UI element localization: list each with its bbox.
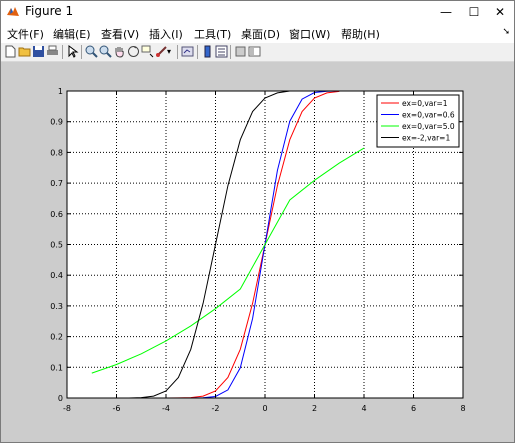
y-tick-label: 0.3	[50, 302, 63, 311]
x-tick-label: -4	[162, 404, 170, 413]
menu-desktop[interactable]: 桌面(D)	[241, 26, 280, 42]
toolbar-separator	[177, 45, 178, 59]
new-figure-icon[interactable]	[4, 45, 17, 58]
open-file-icon[interactable]	[18, 45, 31, 58]
select-arrow-icon[interactable]	[66, 45, 79, 58]
figure-toolbar: ▾	[1, 43, 514, 62]
y-tick-label: 0.5	[50, 241, 63, 250]
x-tick-label: 4	[361, 404, 366, 413]
menu-bar: 文件(F) 编辑(E) 查看(V) 插入(I) 工具(T) 桌面(D) 窗口(W…	[1, 23, 514, 43]
y-tick-label: 0.1	[50, 363, 63, 372]
y-tick-label: 0.6	[50, 210, 63, 219]
x-tick-label: -8	[63, 404, 71, 413]
x-tick-label: 0	[262, 404, 267, 413]
matlab-icon	[6, 5, 20, 19]
save-icon[interactable]	[32, 45, 45, 58]
y-tick-label: 0.9	[50, 118, 63, 127]
y-tick-label: 1	[58, 87, 63, 96]
legend-icon[interactable]	[215, 45, 228, 58]
pan-hand-icon[interactable]	[113, 45, 126, 58]
x-tick-label: 6	[411, 404, 416, 413]
y-tick-label: 0.7	[50, 179, 63, 188]
menu-view[interactable]: 查看(V)	[101, 26, 139, 42]
menu-overflow-arrow-icon[interactable]: ➘	[502, 27, 510, 37]
x-tick-label: -6	[113, 404, 121, 413]
toolbar-separator	[230, 45, 231, 59]
menu-file[interactable]: 文件(F)	[7, 26, 44, 42]
show-plot-tools-icon[interactable]	[248, 45, 261, 58]
figure-canvas[interactable]: -8 -6 -4 -2 0 2 4 6 8 0 0.1 0.2 0.3 0.4 0.5 0.6 0.7 0.8 0.…	[1, 62, 514, 442]
y-tick-label: 0	[58, 394, 63, 403]
legend-label-1: ex=0,var=0.6	[402, 111, 455, 120]
menu-insert[interactable]: 插入(I)	[149, 26, 183, 42]
hide-plot-tools-icon[interactable]	[234, 45, 247, 58]
x-tick-label: 2	[312, 404, 317, 413]
y-tick-label: 0.2	[50, 333, 63, 342]
menu-edit[interactable]: 编辑(E)	[53, 26, 91, 42]
link-plot-icon[interactable]	[181, 45, 194, 58]
x-tick-label: 8	[460, 404, 465, 413]
zoom-out-icon[interactable]	[99, 45, 112, 58]
toolbar-separator	[197, 45, 198, 59]
menu-window[interactable]: 窗口(W)	[289, 26, 330, 42]
legend-label-3: ex=-2,var=1	[402, 134, 450, 143]
x-tick-label: -2	[212, 404, 220, 413]
figure-window: Figure 1 — ☐ ✕ 文件(F) 编辑(E) 查看(V) 插入(I) 工…	[0, 0, 515, 443]
print-icon[interactable]	[46, 45, 59, 58]
toolbar-separator	[81, 45, 82, 59]
menu-tools[interactable]: 工具(T)	[194, 26, 231, 42]
legend-label-2: ex=0,var=5.0	[402, 122, 455, 131]
colorbar-icon[interactable]	[201, 45, 214, 58]
window-title: Figure 1	[25, 4, 74, 18]
close-button[interactable]: ✕	[483, 1, 515, 23]
legend-label-0: ex=0,var=1	[402, 99, 448, 108]
brush-dropdown-icon[interactable]: ▾	[167, 45, 180, 58]
title-bar[interactable]: Figure 1 — ☐ ✕	[1, 1, 514, 23]
zoom-in-icon[interactable]	[85, 45, 98, 58]
y-tick-label: 0.8	[50, 148, 63, 157]
y-tick-label: 0.4	[50, 271, 63, 280]
toolbar-separator	[62, 45, 63, 59]
rotate-3d-icon[interactable]	[127, 45, 140, 58]
data-cursor-icon[interactable]	[141, 45, 154, 58]
line-chart[interactable]: -8 -6 -4 -2 0 2 4 6 8 0 0.1 0.2 0.3 0.4 0.5 0.6 0.7 0.8 0.…	[1, 62, 514, 442]
menu-help[interactable]: 帮助(H)	[341, 26, 380, 42]
